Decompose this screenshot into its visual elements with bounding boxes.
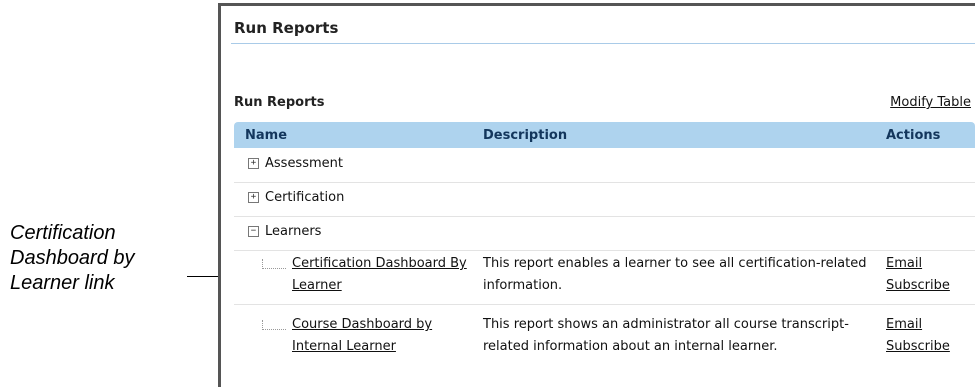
tree-connector (262, 268, 286, 269)
title-divider (231, 43, 975, 44)
group-label: Assessment (265, 156, 343, 171)
column-header-name: Name (245, 128, 288, 143)
tree-connector (262, 329, 286, 330)
report-description: This report enables a learner to see all… (483, 256, 867, 293)
report-actions: Email Subscribe (886, 253, 971, 297)
group-row-certification[interactable]: + Certification (234, 182, 975, 217)
report-link-course-dashboard[interactable]: Course Dashboard by Internal Learner (292, 314, 472, 358)
run-reports-panel: Run Reports Run Reports Modify Table Nam… (218, 3, 975, 387)
modify-table-link[interactable]: Modify Table (890, 95, 971, 110)
annotation-callout: Certification Dashboard by Learner link (10, 222, 135, 294)
page-title: Run Reports (234, 19, 339, 37)
table-row: Course Dashboard by Internal Learner Thi… (234, 312, 975, 387)
group-label: Certification (265, 190, 345, 205)
subscribe-link[interactable]: Subscribe (886, 336, 971, 358)
group-label: Learners (265, 224, 322, 239)
column-header-description: Description (483, 128, 568, 143)
report-link-certification-dashboard[interactable]: Certification Dashboard By Learner (292, 253, 472, 297)
column-header-actions: Actions (886, 128, 941, 143)
email-link[interactable]: Email (886, 253, 971, 275)
collapse-icon[interactable]: − (248, 226, 259, 237)
group-row-learners[interactable]: − Learners (234, 216, 975, 251)
expand-icon[interactable]: + (248, 158, 259, 169)
table-row: Certification Dashboard By Learner This … (234, 251, 975, 305)
report-actions: Email Subscribe (886, 314, 971, 358)
section-label: Run Reports (234, 95, 325, 110)
email-link[interactable]: Email (886, 314, 971, 336)
group-row-assessment[interactable]: + Assessment (234, 148, 975, 183)
subscribe-link[interactable]: Subscribe (886, 275, 971, 297)
expand-icon[interactable]: + (248, 192, 259, 203)
report-description: This report shows an administrator all c… (483, 317, 849, 354)
table-header: Name Description Actions (234, 122, 975, 148)
